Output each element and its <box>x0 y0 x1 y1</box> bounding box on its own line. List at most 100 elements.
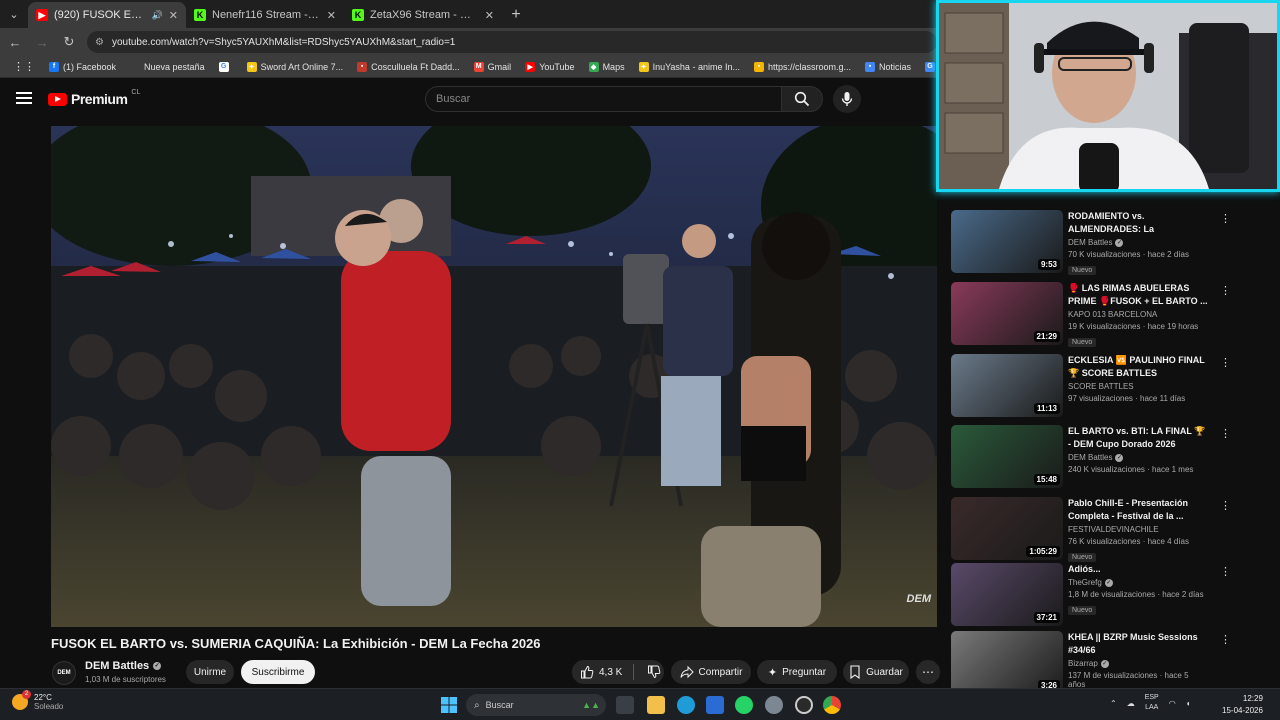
speaker-icon[interactable]: 🔊 <box>152 10 163 21</box>
bookmark-item[interactable]: Nueva pestaña <box>123 61 212 72</box>
bookmark-item[interactable]: ▪ Cosculluela Ft Dadd... <box>350 61 467 72</box>
like-button[interactable]: 4,3 K <box>580 665 622 679</box>
channel-name[interactable]: DEM Battles ✓ <box>85 660 162 672</box>
more-options-icon[interactable]: ⋮ <box>1220 427 1231 440</box>
recommended-channel[interactable]: FESTIVALDEVINACHILE <box>1068 525 1208 534</box>
more-options-icon[interactable]: ⋮ <box>1220 284 1231 297</box>
more-options-icon[interactable]: ⋮ <box>1220 633 1231 646</box>
video-thumbnail[interactable]: 37:21 <box>951 563 1063 626</box>
subscribe-button[interactable]: Suscribirme <box>241 660 315 684</box>
video-thumbnail[interactable]: 9:53 <box>951 210 1063 273</box>
bookmark-item[interactable]: ◆ Maps <box>582 61 632 72</box>
file-explorer-icon[interactable] <box>647 696 665 714</box>
windows-start-icon[interactable] <box>440 696 458 714</box>
recommended-channel[interactable]: KAPO 013 BARCELONA <box>1068 310 1208 319</box>
recommended-video[interactable]: 1:05:29 Pablo Chill-E - Presentación Comp… <box>951 497 1231 562</box>
video-thumbnail[interactable]: 3:26 <box>951 631 1063 694</box>
share-button[interactable]: Compartir <box>671 660 751 684</box>
browser-tab-1[interactable]: ▶ (920) FUSOK EL BARTO vs. S 🔊 ✕ <box>28 2 186 28</box>
recommended-title[interactable]: KHEA || BZRP Music Sessions #34/66 <box>1068 631 1208 657</box>
browser-tab-3[interactable]: K ZetaX96 Stream - Watch Live o ✕ <box>344 2 502 28</box>
tab-close-icon[interactable]: ✕ <box>327 9 336 22</box>
bookmark-item[interactable]: ▪ Noticias <box>858 61 918 72</box>
verified-badge-icon: ✓ <box>1115 238 1124 247</box>
cloud-icon[interactable]: ☁ <box>1127 699 1135 708</box>
bookmark-item[interactable]: ▶ YouTube <box>518 61 581 72</box>
bookmark-item[interactable]: M Gmail <box>467 61 519 72</box>
bookmark-item[interactable]: ✦ Sword Art Online 7... <box>240 61 351 72</box>
save-button[interactable]: Guardar <box>843 660 909 684</box>
channel-watermark: DEM <box>906 593 931 605</box>
recommended-channel[interactable]: DEM Battles ✓ <box>1068 453 1208 462</box>
language-indicator[interactable]: ESP LAA <box>1145 693 1159 713</box>
recommended-title[interactable]: 🥊 LAS RIMAS ABUELERAS PRIME 🥊FUSOK + EL … <box>1068 282 1208 308</box>
recommended-video[interactable]: 37:21 Adiós... TheGrefg ✓ 1,8 M de visualiza… <box>951 563 1231 627</box>
more-options-icon[interactable]: ⋮ <box>1220 356 1231 369</box>
more-options-icon[interactable]: ⋮ <box>1220 565 1231 578</box>
apps-grid-icon[interactable]: ⋮⋮ <box>6 60 42 73</box>
taskbar-search-input[interactable]: ⌕ Buscar ▲▲ <box>466 694 606 716</box>
youtube-premium-logo[interactable]: Premium CL <box>48 89 140 107</box>
join-button[interactable]: Unirme <box>186 660 234 684</box>
task-view-icon[interactable] <box>616 696 634 714</box>
more-actions-button[interactable]: ⋯ <box>916 660 940 684</box>
ask-label: Preguntar <box>782 666 827 678</box>
edge-icon[interactable] <box>677 696 695 714</box>
recommended-channel[interactable]: SCORE BATTLES <box>1068 382 1208 391</box>
chevron-up-icon[interactable]: ⌃ <box>1110 699 1117 708</box>
forward-arrow-icon[interactable]: → <box>30 30 54 54</box>
bookmark-item[interactable]: ✦ InuYasha - anime In... <box>632 61 747 72</box>
tab-close-icon[interactable]: ✕ <box>485 9 494 22</box>
store-icon[interactable] <box>706 696 724 714</box>
video-thumbnail[interactable]: 1:05:29 <box>951 497 1063 560</box>
video-thumbnail[interactable]: 15:48 <box>951 425 1063 488</box>
webcam-feed <box>939 3 1277 189</box>
reload-icon[interactable]: ↻ <box>57 30 81 54</box>
search-button[interactable] <box>781 86 823 112</box>
recommended-title[interactable]: ECKLESIA 🆚 PAULINHO FINAL 🏆 SCORE BATTLE… <box>1068 354 1208 380</box>
tab-title: (920) FUSOK EL BARTO vs. S <box>54 9 146 21</box>
bookmark-item[interactable]: G <box>212 61 240 72</box>
ask-button[interactable]: ✦ Preguntar <box>757 660 837 684</box>
obs-icon[interactable] <box>795 696 813 714</box>
bookmark-item[interactable]: f (1) Facebook <box>42 61 123 72</box>
recommended-video[interactable]: 15:48 EL BARTO vs. BTI: LA FINAL 🏆 - DEM … <box>951 425 1231 489</box>
address-bar[interactable]: ⚙ youtube.com/watch?v=Shyc5YAUXhM&list=R… <box>87 31 937 53</box>
tab-close-icon[interactable]: ✕ <box>169 9 178 22</box>
recommended-channel[interactable]: Bizarrap ✓ <box>1068 659 1208 668</box>
chrome-icon[interactable] <box>823 696 841 714</box>
recommended-video[interactable]: 21:29 🥊 LAS RIMAS ABUELERAS PRIME 🥊FUSOK … <box>951 282 1231 347</box>
more-options-icon[interactable]: ⋮ <box>1220 212 1231 225</box>
video-duration: 1:05:29 <box>1026 546 1060 557</box>
dislike-button[interactable] <box>647 665 661 679</box>
voice-search-button[interactable] <box>833 85 861 113</box>
channel-avatar[interactable]: DEM <box>52 661 76 685</box>
whatsapp-icon[interactable] <box>735 696 753 714</box>
recommended-channel[interactable]: DEM Battles ✓ <box>1068 238 1208 247</box>
search-input[interactable]: Buscar <box>425 86 781 112</box>
recommended-video[interactable]: 11:13 ECKLESIA 🆚 PAULINHO FINAL 🏆 SCORE B… <box>951 354 1231 418</box>
recommended-title[interactable]: EL BARTO vs. BTI: LA FINAL 🏆 - DEM Cupo … <box>1068 425 1208 451</box>
browser-tab-2[interactable]: K Nenefr116 Stream - Watch Live ✕ <box>186 2 344 28</box>
recommended-title[interactable]: Pablo Chill-E - Presentación Completa - … <box>1068 497 1208 523</box>
new-tab-button[interactable]: + <box>502 2 530 28</box>
weather-widget[interactable]: 2 22°C Soleado <box>12 690 63 711</box>
back-arrow-icon[interactable]: ← <box>3 30 27 54</box>
wifi-icon[interactable]: ◠ <box>1169 699 1176 708</box>
video-player[interactable]: DEM <box>51 126 937 627</box>
more-options-icon[interactable]: ⋮ <box>1220 499 1231 512</box>
recommended-channel[interactable]: TheGrefg ✓ <box>1068 578 1208 587</box>
clock[interactable]: 12:29 15-04-2026 <box>1222 693 1263 717</box>
recommended-video[interactable]: 9:53 RODAMIENTO vs. ALMENDRADES: La Exhib… <box>951 210 1231 275</box>
video-thumbnail[interactable]: 11:13 <box>951 354 1063 417</box>
tab-search-chevron-icon[interactable]: ⌄ <box>0 0 28 28</box>
video-thumbnail[interactable]: 21:29 <box>951 282 1063 345</box>
recommended-video[interactable]: 3:26 KHEA || BZRP Music Sessions #34/66 Bi… <box>951 631 1231 695</box>
recommended-title[interactable]: Adiós... <box>1068 563 1208 576</box>
volume-icon[interactable]: ◖ <box>1186 699 1191 708</box>
recommended-title[interactable]: RODAMIENTO vs. ALMENDRADES: La Exhibició… <box>1068 210 1208 236</box>
hamburger-menu-icon[interactable] <box>16 90 32 106</box>
bookmark-item[interactable]: ▪ https://classroom.g... <box>747 61 858 72</box>
site-info-icon[interactable]: ⚙ <box>95 37 104 48</box>
settings-gear-icon[interactable] <box>765 696 783 714</box>
